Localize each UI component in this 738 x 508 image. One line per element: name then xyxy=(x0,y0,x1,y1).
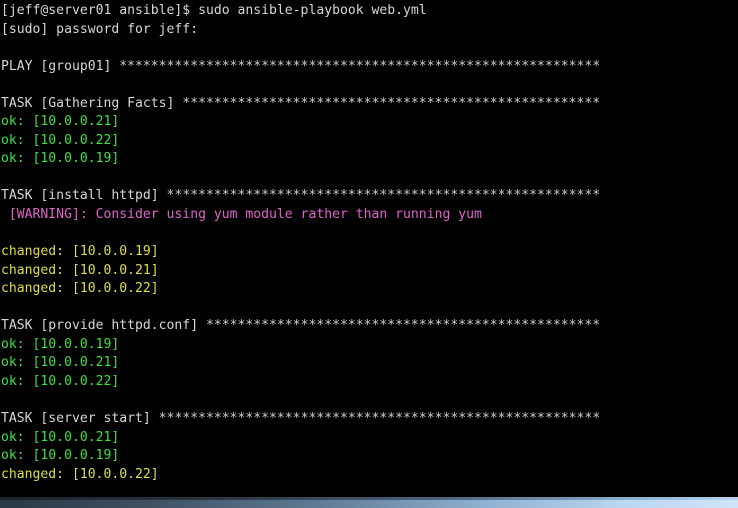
sudo-password-prompt: [sudo] password for jeff: xyxy=(1,21,199,37)
terminal-line-ok: ok: [10.0.0.19] xyxy=(1,150,738,169)
terminal-line-ok: ok: [10.0.0.22] xyxy=(1,373,738,392)
task-header-stars: ****************************************… xyxy=(158,411,601,427)
task-header-stars: ****************************************… xyxy=(182,95,601,111)
task-header-label: TASK [provide httpd.conf] xyxy=(1,318,206,334)
play-header-label: PLAY [group01] xyxy=(1,58,120,74)
task-header-label: TASK [server start] xyxy=(1,411,159,427)
terminal-line-task-provide-httpd-conf: TASK [provide httpd.conf] **************… xyxy=(1,317,738,336)
terminal-line-changed: changed: [10.0.0.19] xyxy=(1,243,738,262)
ok-result-text: ok: [10.0.0.19] xyxy=(1,448,120,464)
terminal-line-changed: changed: [10.0.0.22] xyxy=(1,466,738,485)
terminal-line-ok: ok: [10.0.0.19] xyxy=(1,336,738,355)
terminal-line-changed: changed: [10.0.0.21] xyxy=(1,262,738,281)
terminal-window[interactable]: [jeff@server01 ansible]$ sudo ansible-pl… xyxy=(0,0,738,497)
ok-result-text: ok: [10.0.0.21] xyxy=(1,355,120,371)
task-header-stars: ****************************************… xyxy=(166,188,601,204)
warning-message-text: [WARNING]: Consider using yum module rat… xyxy=(1,207,482,223)
play-header-stars: ****************************************… xyxy=(119,58,601,74)
terminal-line-command: [jeff@server01 ansible]$ sudo ansible-pl… xyxy=(1,2,738,21)
task-header-label: TASK [Gathering Facts] xyxy=(1,95,183,111)
ok-result-text: ok: [10.0.0.21] xyxy=(1,429,120,445)
terminal-line-task-server-start: TASK [server start] ********************… xyxy=(1,410,738,429)
terminal-line-task-install-httpd: TASK [install httpd] *******************… xyxy=(1,187,738,206)
command-text: [jeff@server01 ansible]$ sudo ansible-pl… xyxy=(1,3,427,18)
terminal-line-ok: ok: [10.0.0.21] xyxy=(1,113,738,132)
terminal-line-ok: ok: [10.0.0.19] xyxy=(1,447,738,466)
terminal-line-task-gathering-facts: TASK [Gathering Facts] *****************… xyxy=(1,95,738,114)
terminal-line-warning: [WARNING]: Consider using yum module rat… xyxy=(1,206,738,225)
ok-result-text: ok: [10.0.0.21] xyxy=(1,114,120,130)
terminal-line-ok: ok: [10.0.0.21] xyxy=(1,429,738,448)
changed-result-text: changed: [10.0.0.22] xyxy=(1,281,159,297)
task-header-stars: ****************************************… xyxy=(205,318,601,334)
changed-result-text: changed: [10.0.0.22] xyxy=(1,466,159,482)
ok-result-text: ok: [10.0.0.19] xyxy=(1,151,120,167)
ok-result-text: ok: [10.0.0.22] xyxy=(1,373,120,389)
terminal-line-play-header: PLAY [group01] *************************… xyxy=(1,58,738,77)
changed-result-text: changed: [10.0.0.21] xyxy=(1,262,159,278)
ok-result-text: ok: [10.0.0.19] xyxy=(1,336,120,352)
ok-result-text: ok: [10.0.0.22] xyxy=(1,132,120,148)
changed-result-text: changed: [10.0.0.19] xyxy=(1,244,159,260)
terminal-line-changed: changed: [10.0.0.22] xyxy=(1,280,738,299)
terminal-line-ok: ok: [10.0.0.21] xyxy=(1,354,738,373)
terminal-line-sudo-prompt: [sudo] password for jeff: xyxy=(1,21,738,40)
desktop-taskbar[interactable] xyxy=(0,497,738,508)
terminal-line-ok: ok: [10.0.0.22] xyxy=(1,132,738,151)
taskbar-top-highlight xyxy=(0,497,738,500)
task-header-label: TASK [install httpd] xyxy=(1,188,167,204)
